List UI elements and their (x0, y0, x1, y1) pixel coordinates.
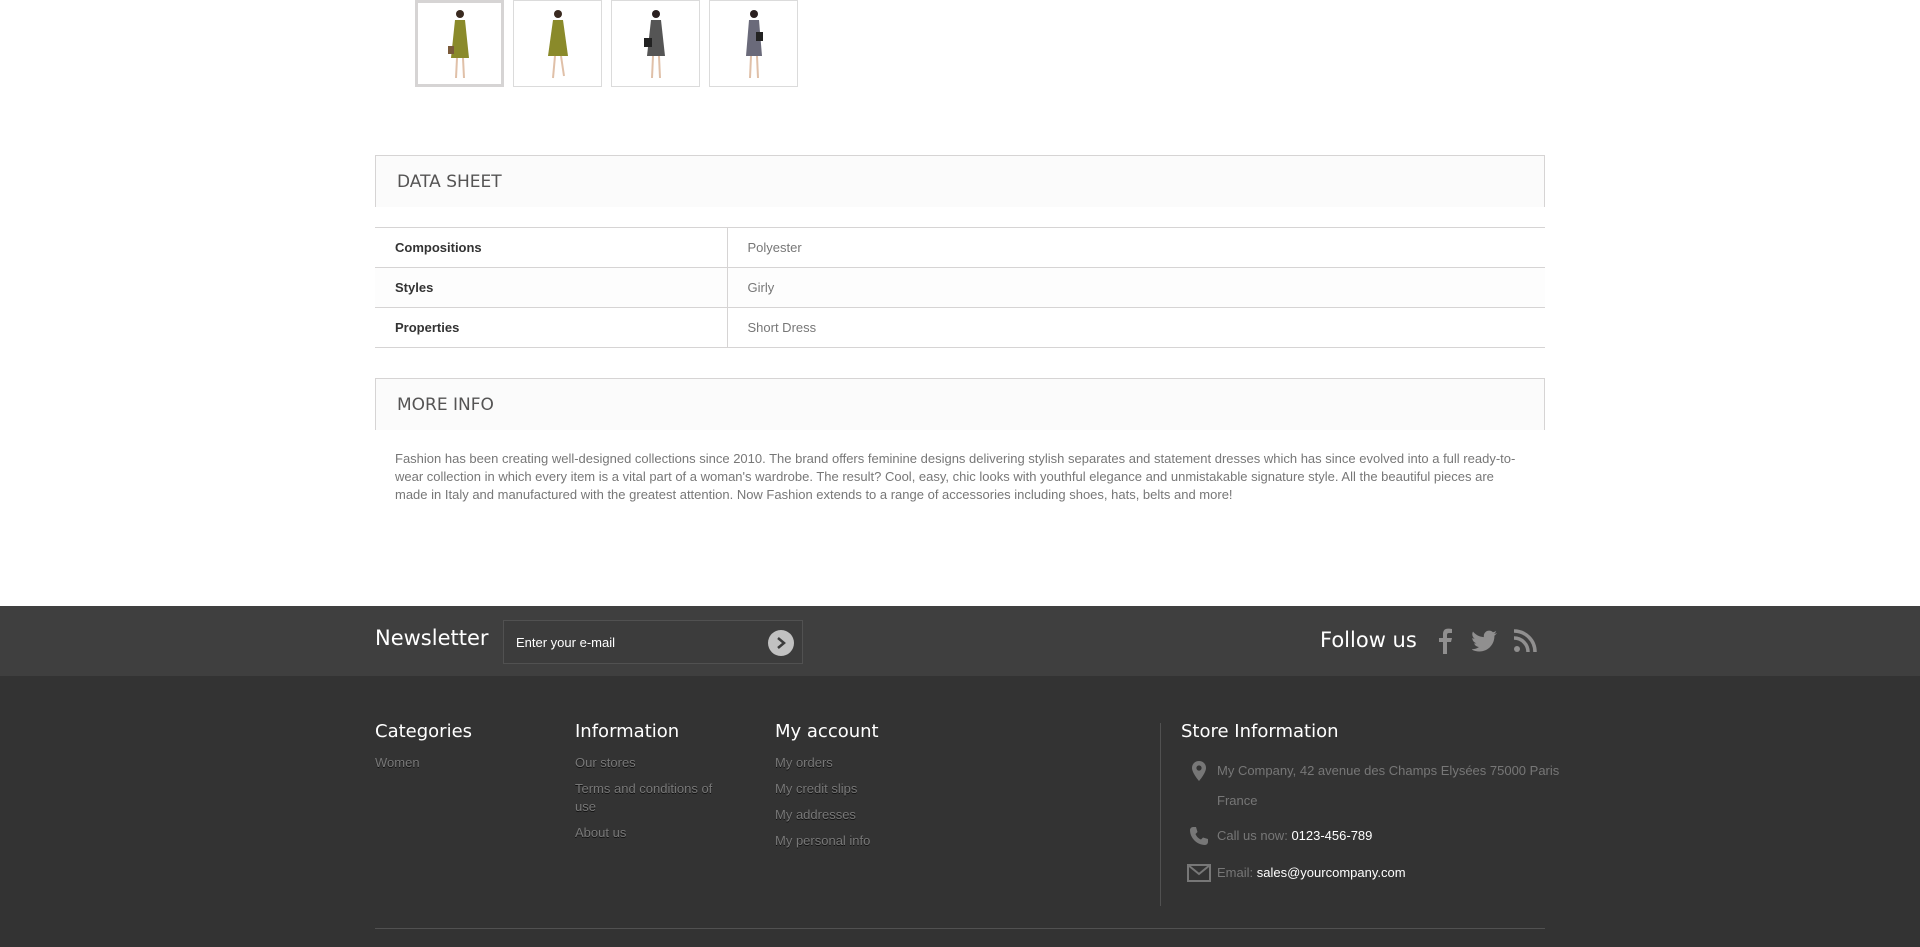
product-thumbnails (415, 0, 798, 87)
product-image (547, 9, 568, 78)
data-sheet-value: Short Dress (727, 307, 1545, 348)
twitter-icon[interactable] (1470, 626, 1500, 656)
data-sheet-section: DATA SHEET (375, 155, 1545, 207)
footer-my-account: My account My orders My credit slips My … (775, 721, 935, 858)
envelope-icon (1181, 858, 1217, 888)
table-row: Properties Short Dress (375, 307, 1545, 348)
map-marker-icon (1181, 756, 1217, 786)
product-image (643, 9, 665, 78)
store-address: My Company, 42 avenue des Champs Elysées… (1181, 756, 1561, 816)
footer-categories-title: Categories (375, 721, 473, 742)
footer-information-title: Information (575, 721, 680, 742)
more-info-text: Fashion has been creating well-designed … (395, 451, 1516, 502)
more-info-title: MORE INFO (375, 378, 1545, 430)
footer-link[interactable]: My addresses (775, 806, 935, 824)
data-sheet-key: Properties (375, 307, 728, 348)
footer-store-information: Store Information My Company, 42 avenue … (1181, 721, 1561, 888)
facebook-icon[interactable] (1430, 626, 1460, 656)
newsletter-form (503, 620, 803, 664)
thumbnail[interactable] (513, 0, 602, 87)
product-image (745, 9, 763, 78)
store-phone: Call us now: 0123-456-789 (1181, 821, 1561, 851)
thumbnail[interactable] (709, 0, 798, 87)
newsletter-band: Newsletter Follow us (0, 606, 1920, 676)
table-row: Compositions Polyester (375, 227, 1545, 268)
footer-link[interactable]: Our stores (575, 754, 735, 772)
store-email-label: Email: (1217, 865, 1254, 880)
footer: Categories Women Information Our stores … (0, 676, 1920, 947)
footer-information: Information Our stores Terms and conditi… (575, 721, 735, 850)
store-phone-label: Call us now: (1217, 828, 1288, 843)
store-email: Email: sales@yourcompany.com (1181, 858, 1561, 888)
data-sheet-key: Compositions (375, 227, 728, 268)
store-email-value[interactable]: sales@yourcompany.com (1257, 858, 1406, 888)
newsletter-title: Newsletter (375, 626, 489, 650)
data-sheet-value: Polyester (727, 227, 1545, 268)
data-sheet-value: Girly (727, 267, 1545, 308)
footer-divider (1160, 723, 1161, 906)
phone-icon (1181, 821, 1217, 851)
product-image (447, 9, 469, 78)
newsletter-submit-button[interactable] (768, 630, 794, 656)
footer-categories: Categories Women (375, 721, 535, 780)
arrow-right-icon (777, 637, 786, 649)
data-sheet-table: Compositions Polyester Styles Girly Prop… (375, 227, 1545, 348)
rss-icon[interactable] (1510, 626, 1540, 656)
store-address-text: My Company, 42 avenue des Champs Elysées… (1217, 763, 1560, 808)
footer-link[interactable]: About us (575, 824, 735, 842)
footer-link[interactable]: My credit slips (775, 780, 935, 798)
data-sheet-table-wrap: Compositions Polyester Styles Girly Prop… (375, 227, 1545, 348)
footer-link[interactable]: My personal info (775, 832, 935, 850)
data-sheet-key: Styles (375, 267, 728, 308)
thumbnail[interactable] (611, 0, 700, 87)
footer-bottom-divider (375, 928, 1545, 929)
thumbnail[interactable] (415, 0, 504, 87)
footer-link[interactable]: Women (375, 754, 535, 772)
follow-us-title: Follow us (1320, 628, 1417, 652)
footer-link[interactable]: My orders (775, 754, 935, 772)
more-info-section: MORE INFO Fashion has been creating well… (375, 378, 1545, 504)
store-phone-value[interactable]: 0123-456-789 (1291, 821, 1372, 851)
data-sheet-title: DATA SHEET (375, 155, 1545, 207)
footer-my-account-title: My account (775, 721, 879, 742)
newsletter-email-input[interactable] (504, 621, 754, 663)
footer-link[interactable]: Terms and conditions of use (575, 780, 735, 816)
table-row: Styles Girly (375, 267, 1545, 308)
store-information-title: Store Information (1181, 721, 1339, 742)
